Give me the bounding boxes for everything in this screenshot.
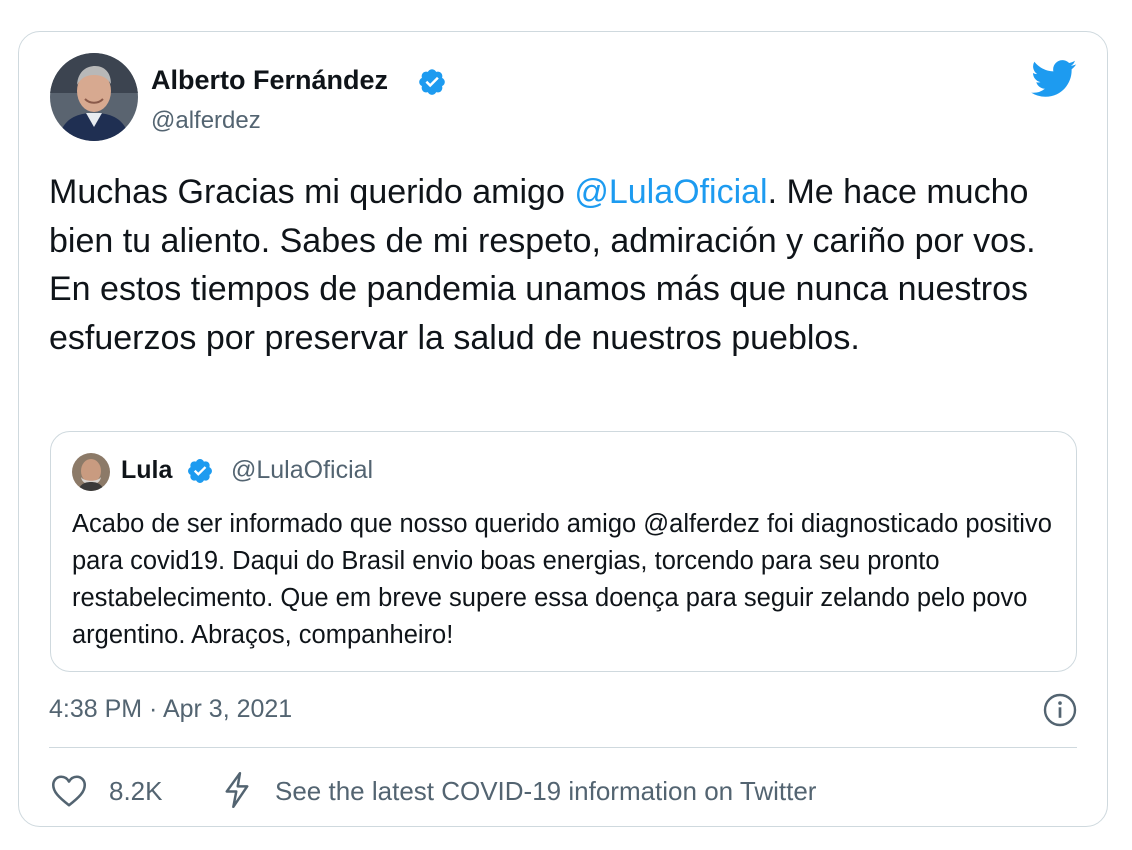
twitter-bird-icon[interactable]: [1031, 59, 1077, 99]
author-handle[interactable]: @alferdez: [151, 107, 261, 135]
tweet-text-part: Muchas Gracias mi querido amigo: [49, 173, 575, 211]
quoted-author-name[interactable]: Lula: [121, 456, 172, 485]
quoted-tweet[interactable]: Lula @LulaOficial Acabo de ser informado…: [50, 431, 1077, 672]
quoted-tweet-text: Acabo de ser informado que nosso querido…: [72, 510, 1052, 649]
divider: [49, 747, 1077, 748]
quoted-avatar[interactable]: [72, 453, 110, 491]
tweet-body: Muchas Gracias mi querido amigo @LulaOfi…: [49, 168, 1069, 362]
tweet-timestamp[interactable]: 4:38 PM · Apr 3, 2021: [49, 695, 292, 724]
quoted-author-handle[interactable]: @LulaOficial: [231, 456, 373, 485]
like-count[interactable]: 8.2K: [109, 776, 163, 807]
lightning-bolt-icon[interactable]: [222, 771, 252, 809]
author-avatar[interactable]: [50, 53, 138, 141]
tweet-card[interactable]: Alberto Fernández @alferdez Muchas Graci…: [18, 31, 1108, 827]
covid-info-link[interactable]: See the latest COVID-19 information on T…: [275, 776, 816, 807]
heart-icon[interactable]: [51, 774, 87, 808]
verified-badge-icon: [188, 459, 212, 483]
mention-link[interactable]: @LulaOficial: [574, 173, 767, 211]
info-icon[interactable]: [1042, 692, 1078, 728]
verified-badge-icon: [419, 69, 445, 95]
author-name[interactable]: Alberto Fernández: [151, 65, 388, 96]
